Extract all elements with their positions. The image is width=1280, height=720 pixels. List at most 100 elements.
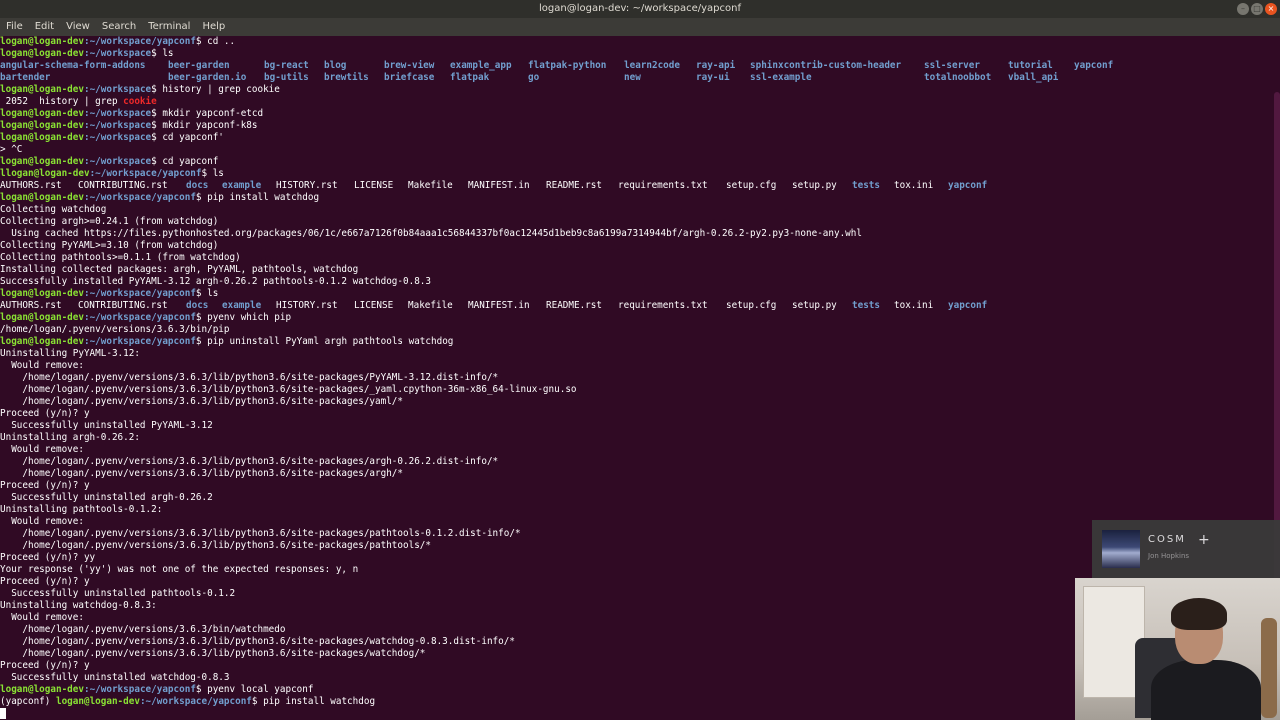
webcam-guitar bbox=[1261, 618, 1277, 718]
terminal-line: logan@logan-dev:~/workspace$ ls bbox=[0, 48, 174, 59]
terminal-line: Would remove: bbox=[0, 444, 84, 455]
menu-search[interactable]: Search bbox=[96, 18, 142, 36]
ls-output-workspace: angular-schema-form-addons beer-garden b… bbox=[0, 60, 1272, 84]
terminal-line: Your response ('yy') was not one of the … bbox=[0, 564, 359, 575]
ls-entry: new bbox=[624, 72, 641, 83]
webcam-person-hair bbox=[1171, 598, 1227, 630]
ls-entry: brew-view bbox=[384, 60, 435, 71]
terminal-line: /home/logan/.pyenv/versions/3.6.3/lib/py… bbox=[0, 468, 403, 479]
minimize-button[interactable]: – bbox=[1237, 3, 1249, 15]
ls-entry: sphinxcontrib-custom-header bbox=[750, 60, 902, 71]
terminal-line: logan@logan-dev:~/workspace$ history | g… bbox=[0, 84, 280, 95]
ls-entry: LICENSE bbox=[354, 300, 394, 311]
ls-entry: setup.py bbox=[792, 180, 837, 191]
ls-output-yapconf: AUTHORS.rst CONTRIBUTING.rst docs exampl… bbox=[0, 300, 1272, 312]
ls-entry: flatpak bbox=[450, 72, 490, 83]
venv-indicator: (yapconf) bbox=[0, 696, 56, 707]
terminal-line: logan@logan-dev:~/workspace$ cd yapconf' bbox=[0, 132, 224, 143]
ls-entry: ray-api bbox=[696, 60, 736, 71]
ls-entry: go bbox=[528, 72, 540, 83]
terminal-line: > ^C bbox=[0, 144, 23, 155]
terminal-line: Would remove: bbox=[0, 516, 84, 527]
ls-entry: learn2code bbox=[624, 60, 680, 71]
ls-entry: yapconf bbox=[1074, 60, 1114, 71]
ls-entry: setup.cfg bbox=[726, 300, 777, 311]
ls-entry: example_app bbox=[450, 60, 512, 71]
music-widget[interactable]: COSM + Jon Hopkins bbox=[1092, 520, 1280, 580]
terminal-line: logan@logan-dev:~/workspace$ cd yapconf bbox=[0, 156, 219, 167]
ls-entry: brewtils bbox=[324, 72, 369, 83]
terminal-line: /home/logan/.pyenv/versions/3.6.3/lib/py… bbox=[0, 372, 499, 383]
ls-entry: blog bbox=[324, 60, 347, 71]
ls-entry: LICENSE bbox=[354, 180, 394, 191]
track-artist: Jon Hopkins bbox=[1148, 552, 1190, 560]
close-button[interactable]: × bbox=[1265, 3, 1277, 15]
terminal-line: Using cached https://files.pythonhosted.… bbox=[0, 228, 862, 239]
ls-entry: vball_api bbox=[1008, 72, 1059, 83]
terminal-line: 2052 history | grep cookie bbox=[0, 96, 157, 107]
terminal-line: /home/logan/.pyenv/versions/3.6.3/lib/py… bbox=[0, 396, 403, 407]
webcam-overlay bbox=[1075, 578, 1280, 720]
terminal-line: /home/logan/.pyenv/versions/3.6.3/lib/py… bbox=[0, 528, 521, 539]
maximize-button[interactable]: □ bbox=[1251, 3, 1263, 15]
ls-entry: example bbox=[222, 300, 262, 311]
terminal-line: /home/logan/.pyenv/versions/3.6.3/lib/py… bbox=[0, 456, 499, 467]
ls-entry: requirements.txt bbox=[618, 180, 708, 191]
ls-entry: HISTORY.rst bbox=[276, 300, 338, 311]
terminal-line: Installing collected packages: argh, PyY… bbox=[0, 264, 359, 275]
window-titlebar[interactable]: logan@logan-dev: ~/workspace/yapconf – □… bbox=[0, 0, 1280, 18]
ls-entry: HISTORY.rst bbox=[276, 180, 338, 191]
terminal-line: Collecting pathtools>=0.1.1 (from watchd… bbox=[0, 252, 241, 263]
grep-match: cookie bbox=[123, 96, 157, 107]
menu-help[interactable]: Help bbox=[196, 18, 231, 36]
ls-entry: AUTHORS.rst bbox=[0, 300, 62, 311]
ls-entry: bg-utils bbox=[264, 72, 309, 83]
ls-entry: AUTHORS.rst bbox=[0, 180, 62, 191]
ls-entry: Makefile bbox=[408, 180, 453, 191]
ls-entry: bg-react bbox=[264, 60, 309, 71]
terminal-line: logan@logan-dev:~/workspace$ mkdir yapco… bbox=[0, 108, 264, 119]
terminal-line: Collecting PyYAML>=3.10 (from watchdog) bbox=[0, 240, 219, 251]
terminal-line: /home/logan/.pyenv/versions/3.6.3/bin/pi… bbox=[0, 324, 230, 335]
terminal-line: Successfully installed PyYAML-3.12 argh-… bbox=[0, 276, 431, 287]
terminal-line: /home/logan/.pyenv/versions/3.6.3/lib/py… bbox=[0, 540, 431, 551]
menu-edit[interactable]: Edit bbox=[29, 18, 60, 36]
menu-file[interactable]: File bbox=[0, 18, 29, 36]
terminal-line: Successfully uninstalled PyYAML-3.12 bbox=[0, 420, 213, 431]
ls-entry: briefcase bbox=[384, 72, 435, 83]
ls-entry: beer-garden bbox=[168, 60, 230, 71]
menu-terminal[interactable]: Terminal bbox=[142, 18, 196, 36]
ls-entry: MANIFEST.in bbox=[468, 300, 530, 311]
ls-entry: ssl-server bbox=[924, 60, 980, 71]
ls-entry: yapconf bbox=[948, 300, 988, 311]
ls-entry: Makefile bbox=[408, 300, 453, 311]
menu-bar: File Edit View Search Terminal Help bbox=[0, 18, 1280, 36]
track-title: COSM bbox=[1148, 534, 1186, 545]
add-icon[interactable]: + bbox=[1198, 532, 1210, 548]
terminal-line: Proceed (y/n)? y bbox=[0, 408, 90, 419]
ls-entry: ssl-example bbox=[750, 72, 812, 83]
terminal-line: Proceed (y/n)? yy bbox=[0, 552, 96, 563]
ls-entry: CONTRIBUTING.rst bbox=[78, 300, 168, 311]
menu-view[interactable]: View bbox=[60, 18, 96, 36]
ls-entry: CONTRIBUTING.rst bbox=[78, 180, 168, 191]
terminal-line: /home/logan/.pyenv/versions/3.6.3/lib/py… bbox=[0, 384, 577, 395]
ls-entry: README.rst bbox=[546, 300, 602, 311]
ls-entry: yapconf bbox=[948, 180, 988, 191]
webcam-person-body bbox=[1151, 660, 1261, 720]
terminal-line: Proceed (y/n)? y bbox=[0, 480, 90, 491]
ls-entry: example bbox=[222, 180, 262, 191]
ls-entry: angular-schema-form-addons bbox=[0, 60, 146, 71]
ls-entry: tutorial bbox=[1008, 60, 1053, 71]
ls-entry: docs bbox=[186, 180, 209, 191]
ls-entry: README.rst bbox=[546, 180, 602, 191]
ls-entry: tests bbox=[852, 300, 880, 311]
ls-entry: requirements.txt bbox=[618, 300, 708, 311]
ls-entry: setup.py bbox=[792, 300, 837, 311]
album-art bbox=[1102, 530, 1140, 568]
terminal-line: logan@logan-dev:~/workspace/yapconf$ ls bbox=[0, 288, 219, 299]
ls-entry: totalnoobbot bbox=[924, 72, 992, 83]
terminal-line: Uninstalling pathtools-0.1.2: bbox=[0, 504, 163, 515]
window-controls: – □ × bbox=[1237, 3, 1277, 15]
ls-entry: beer-garden.io bbox=[168, 72, 247, 83]
